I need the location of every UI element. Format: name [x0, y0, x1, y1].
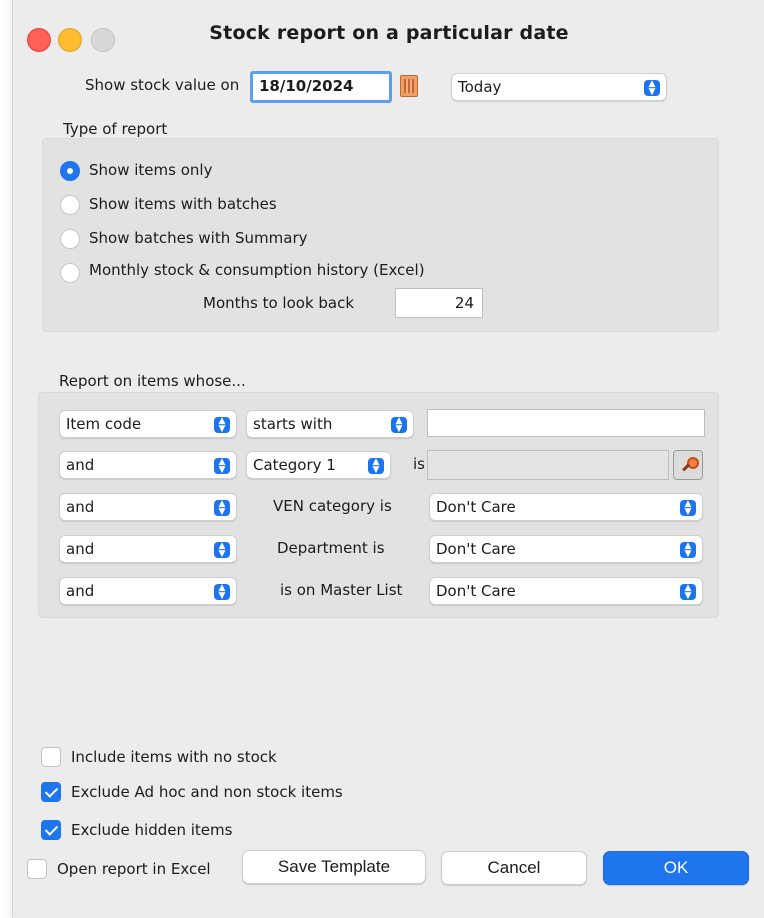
radio-label-show-items-only[interactable]: Show items only — [89, 161, 212, 179]
department-label: Department is — [277, 539, 385, 557]
search-category-icon[interactable] — [673, 450, 703, 480]
department-select[interactable]: Don't Care ▲ ▼ — [429, 535, 703, 563]
chevron-updown-icon: ▲ ▼ — [391, 417, 407, 434]
exclude-hidden-checkbox[interactable] — [41, 820, 61, 840]
radio-label-monthly-history[interactable]: Monthly stock & consumption history (Exc… — [89, 261, 425, 279]
exclude-adhoc-label[interactable]: Exclude Ad hoc and non stock items — [71, 783, 343, 801]
master-list-label: is on Master List — [280, 581, 403, 599]
save-template-button[interactable]: Save Template — [242, 850, 426, 884]
dialog-window: Stock report on a particular date Show s… — [12, 0, 764, 918]
exclude-adhoc-checkbox[interactable] — [41, 782, 61, 802]
chevron-updown-icon: ▲ ▼ — [644, 80, 660, 97]
conjunction-value-5: and — [66, 582, 95, 600]
is-label: is — [413, 455, 425, 473]
include-no-stock-label[interactable]: Include items with no stock — [71, 748, 277, 766]
filter-field-select[interactable]: Item code ▲ ▼ — [59, 410, 237, 438]
chevron-updown-icon: ▲ ▼ — [368, 458, 384, 475]
master-list-value: Don't Care — [436, 582, 516, 600]
filter-field-value: Item code — [66, 415, 142, 433]
conjunction-value-2: and — [66, 456, 95, 474]
cancel-button[interactable]: Cancel — [441, 851, 587, 885]
item-code-input[interactable] — [427, 409, 705, 437]
conjunction-select-5[interactable]: and ▲ ▼ — [59, 577, 237, 605]
conjunction-select-3[interactable]: and ▲ ▼ — [59, 493, 237, 521]
conjunction-select-2[interactable]: and ▲ ▼ — [59, 451, 237, 479]
chevron-updown-icon: ▲ ▼ — [214, 500, 230, 517]
conjunction-select-4[interactable]: and ▲ ▼ — [59, 535, 237, 563]
date-preset-select[interactable]: Today ▲ ▼ — [451, 73, 667, 101]
ven-category-select[interactable]: Don't Care ▲ ▼ — [429, 493, 703, 521]
filter-operator-value: starts with — [253, 415, 333, 433]
radio-monthly-history[interactable] — [60, 263, 80, 283]
months-to-look-back-label: Months to look back — [203, 294, 355, 312]
category-value-field — [427, 450, 669, 480]
open-in-excel-label[interactable]: Open report in Excel — [57, 860, 211, 878]
date-preset-value: Today — [458, 78, 502, 96]
chevron-updown-icon: ▲ ▼ — [680, 542, 696, 559]
months-to-look-back-input[interactable]: 24 — [395, 288, 483, 318]
radio-label-show-batches-with-summary[interactable]: Show batches with Summary — [89, 229, 307, 247]
category-select[interactable]: Category 1 ▲ ▼ — [246, 451, 391, 479]
date-input[interactable]: 18/10/2024 — [250, 71, 392, 103]
exclude-hidden-label[interactable]: Exclude hidden items — [71, 821, 232, 839]
conjunction-value-3: and — [66, 498, 95, 516]
chevron-updown-icon: ▲ ▼ — [214, 417, 230, 434]
window-title: Stock report on a particular date — [209, 22, 569, 44]
open-in-excel-checkbox[interactable] — [27, 859, 47, 879]
chevron-updown-icon: ▲ ▼ — [214, 458, 230, 475]
show-stock-value-label: Show stock value on — [85, 76, 240, 94]
include-no-stock-checkbox[interactable] — [41, 747, 61, 767]
chevron-updown-icon: ▲ ▼ — [214, 584, 230, 601]
department-value: Don't Care — [436, 540, 516, 558]
calendar-icon[interactable] — [400, 75, 418, 97]
ven-category-label: VEN category is — [273, 497, 392, 515]
master-list-select[interactable]: Don't Care ▲ ▼ — [429, 577, 703, 605]
ok-button[interactable]: OK — [603, 851, 749, 885]
filter-operator-select[interactable]: starts with ▲ ▼ — [246, 410, 414, 438]
radio-label-show-items-with-batches[interactable]: Show items with batches — [89, 195, 277, 213]
conjunction-value-4: and — [66, 540, 95, 558]
title-bar: Stock report on a particular date — [13, 0, 764, 60]
ven-category-value: Don't Care — [436, 498, 516, 516]
chevron-updown-icon: ▲ ▼ — [680, 500, 696, 517]
category-value: Category 1 — [253, 456, 336, 474]
report-on-items-heading: Report on items whose... — [59, 372, 246, 390]
radio-show-items-with-batches[interactable] — [60, 195, 80, 215]
chevron-updown-icon: ▲ ▼ — [680, 584, 696, 601]
chevron-updown-icon: ▲ ▼ — [214, 542, 230, 559]
radio-show-items-only[interactable] — [60, 161, 80, 181]
type-of-report-heading: Type of report — [63, 120, 168, 138]
radio-show-batches-with-summary[interactable] — [60, 229, 80, 249]
